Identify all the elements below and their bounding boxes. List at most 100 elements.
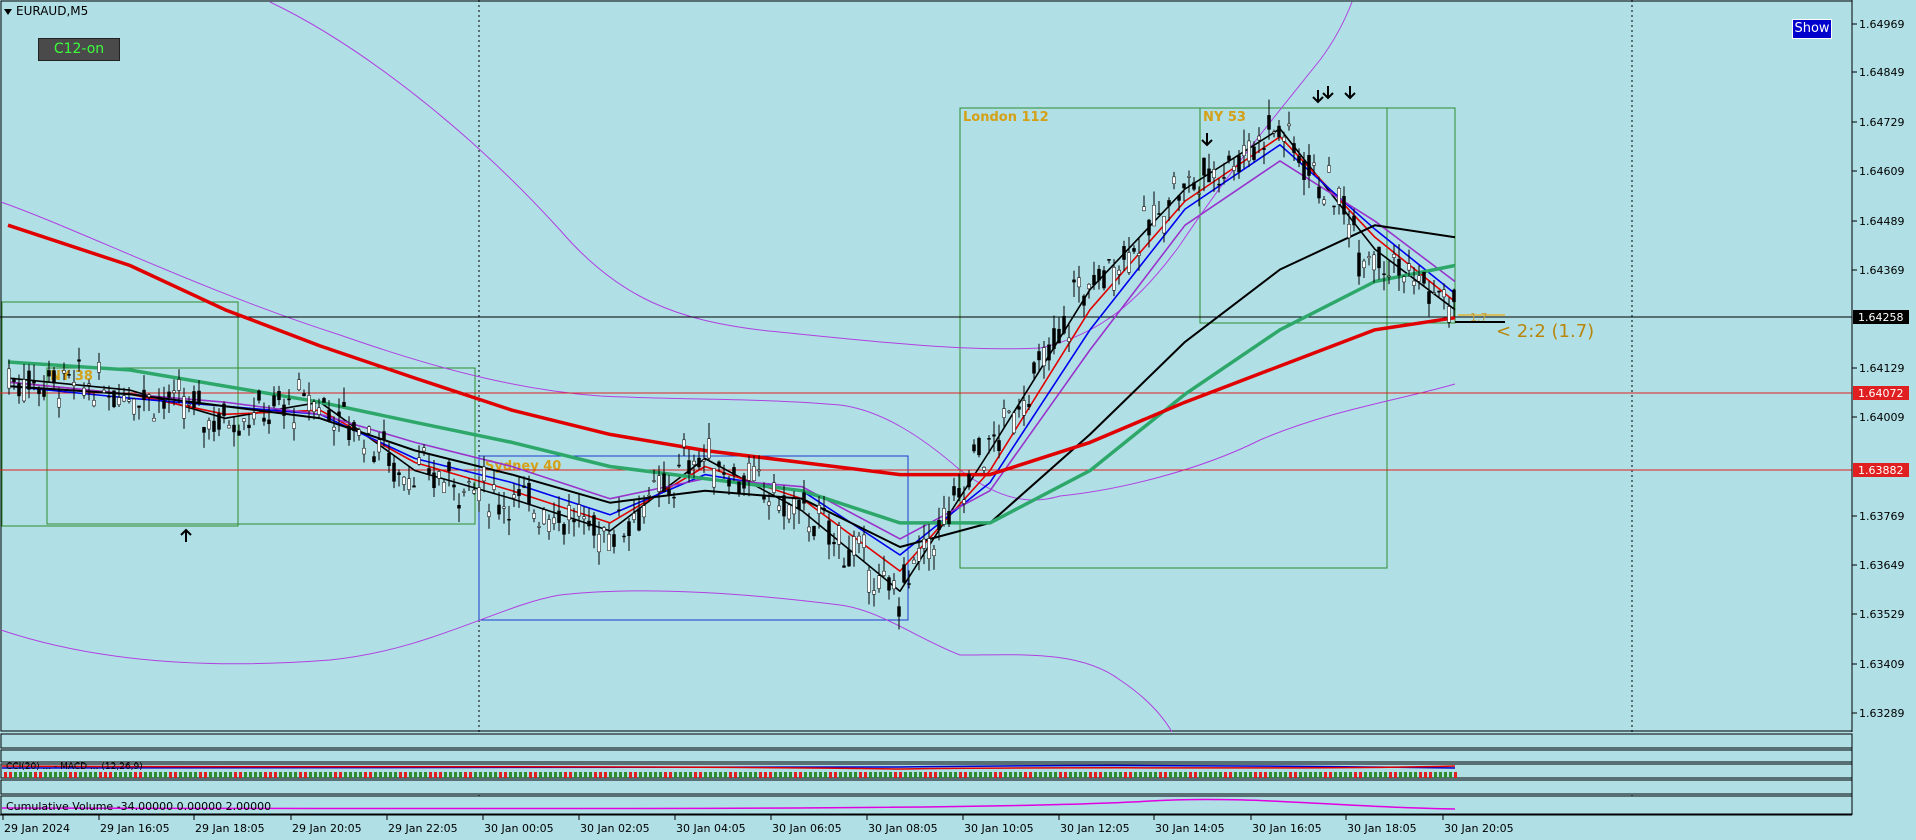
candle-body xyxy=(517,489,521,497)
time-tick-label: 30 Jan 16:05 xyxy=(1252,822,1322,835)
candle-body xyxy=(432,472,436,489)
candle-body xyxy=(217,413,221,430)
candle-body xyxy=(347,426,351,440)
candle-body xyxy=(357,429,361,436)
candle-body xyxy=(1182,183,1186,189)
candle-body xyxy=(287,398,291,401)
candle-body xyxy=(1027,403,1031,408)
candle-body xyxy=(447,461,451,472)
candle-body xyxy=(807,526,811,533)
candle-body xyxy=(522,485,526,488)
price-tick-label: 1.63769 xyxy=(1859,510,1905,523)
candle-body xyxy=(952,486,956,496)
candle-body xyxy=(497,504,501,515)
candle-body xyxy=(1147,219,1151,236)
candle-body xyxy=(152,417,156,422)
candle-body xyxy=(977,438,981,456)
candle-body xyxy=(867,570,871,593)
candle-body xyxy=(1367,256,1371,259)
candle-body xyxy=(827,520,831,545)
candle-body xyxy=(1072,279,1076,283)
candle-body xyxy=(1122,246,1126,260)
candle-body xyxy=(387,452,391,467)
candle-body xyxy=(132,398,136,415)
envelope-band-line xyxy=(0,201,1456,501)
dropdown-triangle-icon[interactable] xyxy=(4,8,12,15)
time-tick-label: 29 Jan 18:05 xyxy=(195,822,265,835)
candle-body xyxy=(1077,277,1081,288)
session-box xyxy=(1,301,239,527)
candle-body xyxy=(1412,280,1416,286)
candle-body xyxy=(772,482,776,493)
candle-body xyxy=(762,496,766,500)
price-tick-label: 1.64849 xyxy=(1859,66,1905,79)
candle-body xyxy=(162,400,166,409)
candle-body xyxy=(997,440,1001,451)
candle-body xyxy=(1177,195,1181,201)
candle-body xyxy=(1352,215,1356,226)
symbol-text: EURAUD,M5 xyxy=(16,4,89,18)
candle-body xyxy=(487,511,491,517)
candle-body xyxy=(282,404,286,416)
candle-body xyxy=(787,504,791,520)
candle-body xyxy=(927,538,931,559)
candle-body xyxy=(992,434,996,437)
candle-body xyxy=(567,505,571,521)
candle-body xyxy=(42,389,46,397)
candle-body xyxy=(192,391,196,408)
series-line-1 xyxy=(7,135,1456,572)
candle-body xyxy=(537,526,541,528)
candle-body xyxy=(877,575,881,589)
candle-body xyxy=(32,380,36,384)
candle-body xyxy=(1192,182,1196,190)
candle-body xyxy=(1437,290,1441,293)
candle-body xyxy=(1102,270,1106,289)
candle-body xyxy=(507,518,511,521)
candle-body xyxy=(852,536,856,556)
candle-body xyxy=(712,468,716,488)
candle-body xyxy=(1142,206,1146,212)
candle-body xyxy=(1422,271,1426,284)
show-button[interactable]: Show xyxy=(1792,19,1832,39)
candle-body xyxy=(302,393,306,397)
price-tick-label: 1.64609 xyxy=(1859,165,1905,178)
candle-body xyxy=(972,444,976,452)
candle-body xyxy=(1157,213,1161,215)
candle-body xyxy=(942,508,946,525)
price-tick-label: 1.64489 xyxy=(1859,215,1905,228)
candle-body xyxy=(367,426,371,434)
candle-body xyxy=(552,517,556,524)
candle-body xyxy=(272,395,276,407)
indicator-histogram xyxy=(4,772,1457,778)
candle-body xyxy=(67,374,71,376)
candle-body xyxy=(937,519,941,530)
candle-body xyxy=(1152,204,1156,227)
candle-body xyxy=(1267,115,1271,130)
candle-body xyxy=(1097,268,1101,281)
candle-body xyxy=(17,383,21,397)
candle-body xyxy=(1107,259,1111,261)
candle-body xyxy=(662,473,666,492)
candle-body xyxy=(62,370,66,374)
candle-body xyxy=(612,534,616,547)
candle-body xyxy=(1127,252,1131,273)
candle-body xyxy=(667,488,671,496)
candle-body xyxy=(402,476,406,485)
candle-body xyxy=(1372,254,1376,271)
candle-body xyxy=(857,535,861,544)
candle-body xyxy=(732,467,736,476)
candle-body xyxy=(187,404,191,406)
candle-body xyxy=(572,519,576,523)
c12-toggle-button[interactable]: C12-on xyxy=(38,38,120,61)
candle-body xyxy=(642,505,646,518)
session-box xyxy=(1199,107,1456,324)
candle-body xyxy=(182,396,186,419)
candle-body xyxy=(377,439,381,453)
candle-body xyxy=(1277,125,1281,138)
chart-area[interactable]: NY 38Sydney 40London 112 NY 531.7< 2:2 (1… xyxy=(0,0,1916,840)
candle-body xyxy=(12,378,16,383)
candle-body xyxy=(542,509,546,525)
chart-symbol-label: EURAUD,M5 xyxy=(4,4,88,18)
candle-body xyxy=(417,457,421,465)
candle-body xyxy=(157,396,161,399)
